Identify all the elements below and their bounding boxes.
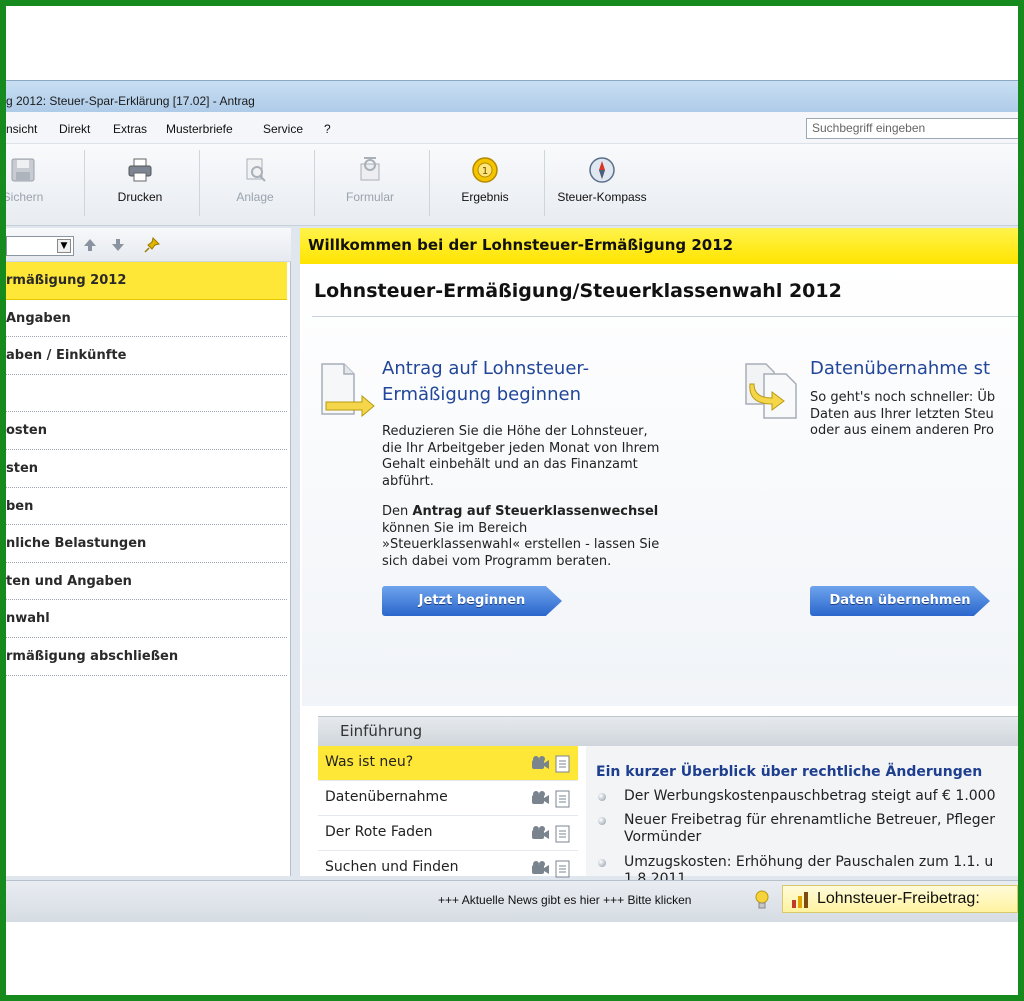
video-document-icons[interactable] (530, 825, 574, 843)
arrow-down-icon[interactable] (110, 237, 126, 253)
navigation-panel: ▼ rmäßigung 2012 Angaben aben / Einkünft… (6, 228, 291, 876)
nav-item-sten[interactable]: sten (6, 450, 287, 488)
navigation-toolbar: ▼ (6, 228, 291, 262)
nav-item-angaben[interactable]: Angaben (6, 300, 287, 338)
form-icon (360, 157, 380, 181)
news-link[interactable]: +++ Aktuelle News gibt es hier +++ Bitte… (438, 893, 691, 907)
form-button[interactable]: Formular (315, 154, 425, 216)
save-button[interactable]: Sichern (6, 154, 78, 216)
compass-button[interactable]: Steuer-Kompass (547, 154, 657, 216)
bullet-icon (598, 859, 606, 867)
navigation-combo[interactable]: ▼ (6, 236, 74, 256)
status-bar: +++ Aktuelle News gibt es hier +++ Bitte… (6, 880, 1018, 922)
bar-chart-icon (792, 892, 808, 908)
menu-direkt[interactable]: Direkt (59, 122, 90, 136)
chevron-down-icon[interactable]: ▼ (57, 239, 71, 253)
lightbulb-icon (755, 890, 769, 909)
intro-item-label: Suchen und Finden (325, 859, 459, 875)
video-document-icons[interactable] (530, 755, 574, 773)
svg-text:1: 1 (482, 166, 488, 177)
menu-musterbriefe[interactable]: Musterbriefe (166, 122, 233, 136)
news-item-text: Der Werbungskostenpauschbetrag steigt au… (624, 788, 996, 804)
nav-item-kosten[interactable]: osten (6, 412, 287, 450)
welcome-banner: Willkommen bei der Lohnsteuer-Ermäßigung… (300, 228, 1018, 264)
save-label: Sichern (6, 190, 44, 204)
intro-item-label: Datenübernahme (325, 789, 448, 805)
nav-item-steuerklassenwahl[interactable]: nwahl (6, 600, 287, 638)
intro-item-roter-faden[interactable]: Der Rote Faden (318, 816, 578, 851)
search-input[interactable]: Suchbegriff eingeben (806, 118, 1018, 139)
steuerklassenwechsel-post: können Sie im Bereich »Steuerklassenwahl… (382, 520, 660, 569)
pin-icon[interactable] (144, 237, 160, 253)
transfer-data-button[interactable]: Daten übernehmen (810, 586, 990, 616)
intro-item-label: Der Rote Faden (325, 824, 433, 840)
freibetrag-panel[interactable]: Lohnsteuer-Freibetrag: (782, 885, 1018, 913)
title-bar: g 2012: Steuer-Spar-Erklärung [17.02] - … (6, 80, 1018, 112)
compass-icon (589, 157, 615, 183)
nav-item-abschliessen[interactable]: rmäßigung abschließen (6, 638, 287, 676)
app-window: g 2012: Steuer-Spar-Erklärung [17.02] - … (6, 80, 1018, 922)
steuerklassenwechsel-description: Den Antrag auf Steuerklassenwechsel könn… (382, 504, 659, 570)
introduction-list: Was ist neu? Datenübernahme Der Rote Fad… (318, 746, 582, 886)
main-toolbar: Sichern Drucken Anlage Formular 1 Ergebn… (6, 144, 1018, 226)
start-now-button[interactable]: Jetzt beginnen (382, 586, 562, 616)
antrag-title-line2[interactable]: Ermäßigung beginnen (382, 382, 581, 408)
intro-item-whats-new[interactable]: Was ist neu? (318, 746, 578, 781)
antrag-description: Reduzieren Sie die Höhe der Lohnsteuer, … (382, 424, 660, 489)
arrow-up-icon[interactable] (82, 237, 98, 253)
changes-overview: Ein kurzer Überblick über rechtliche Änd… (586, 746, 1018, 887)
attachment-button[interactable]: Anlage (200, 154, 310, 216)
video-document-icons[interactable] (530, 860, 574, 878)
form-label: Formular (345, 190, 394, 204)
printer-icon (128, 158, 152, 182)
page-title: Lohnsteuer-Ermäßigung/Steuerklassenwahl … (314, 280, 842, 302)
freibetrag-label: Lohnsteuer-Freibetrag: (817, 890, 980, 907)
attachment-icon (246, 158, 266, 182)
menu-help[interactable]: ? (324, 122, 331, 136)
video-document-icons[interactable] (530, 790, 574, 808)
bullet-icon (598, 793, 606, 801)
nav-item-daten-angaben[interactable]: ten und Angaben (6, 563, 287, 601)
intro-item-label: Was ist neu? (325, 754, 414, 770)
result-icon: 1 (472, 157, 498, 183)
intro-item-datenuebernahme[interactable]: Datenübernahme (318, 781, 578, 816)
document-arrow-icon (321, 363, 375, 418)
menu-ansicht[interactable]: nsicht (6, 122, 37, 136)
antrag-title-line1[interactable]: Antrag auf Lohnsteuer- (382, 356, 589, 382)
news-item-text: Neuer Freibetrag für ehrenamtliche Betre… (624, 812, 996, 845)
toolbar-separator (544, 150, 545, 216)
changes-title: Ein kurzer Überblick über rechtliche Änd… (596, 764, 983, 780)
nav-item-ermaessigung[interactable]: rmäßigung 2012 (6, 262, 287, 300)
window-title: g 2012: Steuer-Spar-Erklärung [17.02] - … (6, 94, 255, 108)
bullet-icon (598, 817, 606, 825)
steuerklassenwechsel-pre: Den (382, 504, 413, 519)
main-content: Willkommen bei der Lohnsteuer-Ermäßigung… (300, 228, 1018, 887)
attachment-label: Anlage (236, 190, 274, 204)
steuerklassenwechsel-bold: Antrag auf Steuerklassenwechsel (412, 504, 659, 519)
result-label: Ergebnis (461, 190, 509, 204)
nav-item-einkuenfte[interactable]: aben / Einkünfte (6, 337, 287, 375)
title-divider (312, 316, 1018, 317)
print-label: Drucken (117, 190, 163, 204)
datenuebernahme-title[interactable]: Datenübernahme st (810, 356, 990, 382)
result-button[interactable]: 1 Ergebnis (430, 154, 540, 216)
start-page: Lohnsteuer-Ermäßigung/Steuerklassenwahl … (302, 264, 1018, 706)
data-transfer-icon (745, 363, 797, 419)
menu-service[interactable]: Service (263, 122, 303, 136)
datenuebernahme-description: So geht's noch schneller: Üb Daten aus I… (810, 390, 996, 438)
nav-item-ben[interactable]: ben (6, 488, 287, 526)
nav-item-empty[interactable] (6, 375, 287, 413)
print-button[interactable]: Drucken (85, 154, 195, 216)
compass-label: Steuer-Kompass (557, 190, 647, 204)
floppy-disk-icon (11, 158, 35, 182)
menu-extras[interactable]: Extras (113, 122, 147, 136)
introduction-header: Einführung (318, 716, 1018, 746)
nav-item-belastungen[interactable]: nliche Belastungen (6, 525, 287, 563)
